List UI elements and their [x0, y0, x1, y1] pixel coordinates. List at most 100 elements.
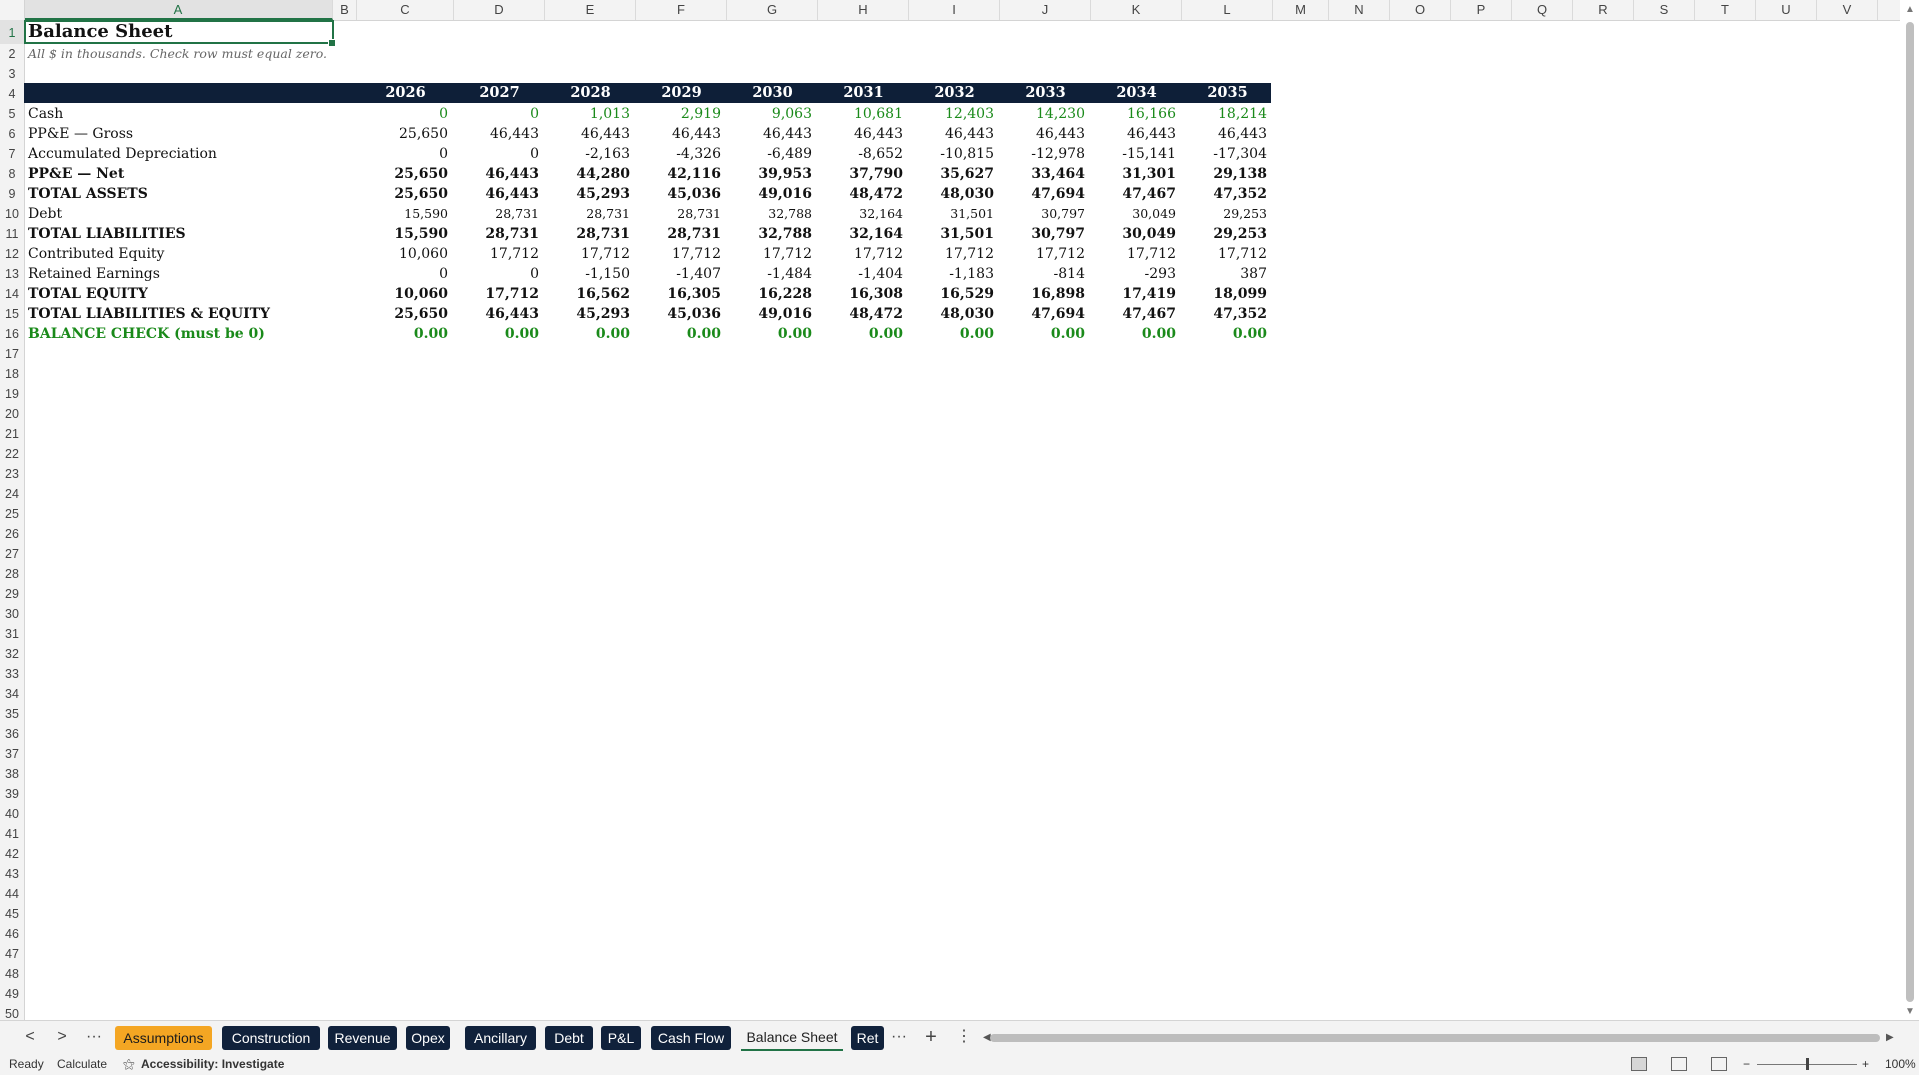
value-cell[interactable]: -17,304 [1182, 144, 1267, 164]
sheet-tab[interactable]: Debt [545, 1026, 593, 1050]
value-cell[interactable]: 49,016 [727, 184, 812, 204]
value-cell[interactable]: 17,712 [1091, 244, 1176, 264]
row-header[interactable]: 17 [0, 344, 24, 364]
value-cell[interactable]: 16,228 [727, 284, 812, 304]
value-cell[interactable]: 46,443 [1182, 124, 1267, 144]
value-cell[interactable]: 39,953 [727, 164, 812, 184]
value-cell[interactable]: 387 [1182, 264, 1267, 284]
value-cell[interactable]: 28,731 [545, 224, 630, 244]
row-header[interactable]: 43 [0, 864, 24, 884]
column-header[interactable]: E [545, 0, 636, 20]
sheet-tab[interactable]: Revenue [328, 1026, 397, 1050]
value-cell[interactable]: -1,484 [727, 264, 812, 284]
value-cell[interactable]: 17,712 [454, 244, 539, 264]
value-cell[interactable]: -10,815 [909, 144, 994, 164]
value-cell[interactable]: 17,712 [636, 244, 721, 264]
value-cell[interactable]: 16,308 [818, 284, 903, 304]
year-header[interactable]: 2033 [1000, 83, 1091, 103]
vertical-scroll-thumb[interactable] [1906, 22, 1914, 1002]
value-cell[interactable]: 32,788 [727, 224, 812, 244]
year-header[interactable]: 2032 [909, 83, 1000, 103]
value-cell[interactable]: 16,305 [636, 284, 721, 304]
value-cell[interactable]: -1,150 [545, 264, 630, 284]
value-cell[interactable]: 12,403 [909, 104, 994, 124]
value-cell[interactable]: -12,978 [1000, 144, 1085, 164]
value-cell[interactable]: -4,326 [636, 144, 721, 164]
value-cell[interactable]: 48,030 [909, 304, 994, 324]
zoom-out-button[interactable]: − [1743, 1057, 1750, 1072]
value-cell[interactable]: 0.00 [636, 324, 721, 344]
sheet-tab[interactable]: Cash Flow [651, 1026, 731, 1050]
value-cell[interactable]: 45,293 [545, 304, 630, 324]
row-header[interactable]: 19 [0, 384, 24, 404]
scroll-down-icon[interactable]: ▼ [1905, 1006, 1915, 1017]
value-cell[interactable]: 28,731 [454, 224, 539, 244]
value-cell[interactable]: 49,016 [727, 304, 812, 324]
value-cell[interactable]: 0.00 [727, 324, 812, 344]
row-header[interactable]: 35 [0, 704, 24, 724]
row-header[interactable]: 33 [0, 664, 24, 684]
row-header[interactable]: 40 [0, 804, 24, 824]
year-header[interactable]: 2030 [727, 83, 818, 103]
column-header[interactable]: V [1817, 0, 1878, 20]
value-cell[interactable]: 48,472 [818, 304, 903, 324]
value-cell[interactable]: 0.00 [818, 324, 903, 344]
column-header[interactable]: K [1091, 0, 1182, 20]
value-cell[interactable]: 14,230 [1000, 104, 1085, 124]
value-cell[interactable]: -15,141 [1091, 144, 1176, 164]
value-cell[interactable]: 15,590 [357, 204, 448, 224]
scroll-up-icon[interactable]: ▲ [1905, 4, 1915, 15]
value-cell[interactable]: -814 [1000, 264, 1085, 284]
value-cell[interactable]: 47,467 [1091, 184, 1176, 204]
row-label[interactable]: Contributed Equity [28, 244, 164, 264]
row-header[interactable]: 39 [0, 784, 24, 804]
row-header[interactable]: 31 [0, 624, 24, 644]
value-cell[interactable]: 17,712 [1182, 244, 1267, 264]
year-header[interactable]: 2034 [1091, 83, 1182, 103]
row-header[interactable]: 1 [0, 20, 24, 44]
value-cell[interactable]: 17,712 [727, 244, 812, 264]
row-header[interactable]: 9 [0, 184, 24, 204]
value-cell[interactable]: 0 [357, 264, 448, 284]
row-header[interactable]: 28 [0, 564, 24, 584]
hscroll-right-icon[interactable]: ▶ [1886, 1032, 1894, 1043]
value-cell[interactable]: 30,049 [1091, 224, 1176, 244]
page-break-view-icon[interactable] [1711, 1057, 1727, 1071]
value-cell[interactable]: 25,650 [357, 304, 448, 324]
year-header[interactable]: 2029 [636, 83, 727, 103]
worksheet-grid[interactable]: Balance Sheet All $ in thousands. Check … [24, 20, 1900, 1020]
row-header[interactable]: 16 [0, 324, 24, 344]
normal-view-icon[interactable] [1631, 1057, 1647, 1071]
column-header[interactable]: G [727, 0, 818, 20]
value-cell[interactable]: 46,443 [1000, 124, 1085, 144]
value-cell[interactable]: 37,790 [818, 164, 903, 184]
row-header[interactable]: 13 [0, 264, 24, 284]
value-cell[interactable]: 32,788 [727, 204, 812, 224]
row-header[interactable]: 23 [0, 464, 24, 484]
row-label[interactable]: TOTAL LIABILITIES [28, 224, 186, 244]
value-cell[interactable]: 42,116 [636, 164, 721, 184]
row-label[interactable]: Accumulated Depreciation [28, 144, 217, 164]
column-header[interactable]: I [909, 0, 1000, 20]
row-header[interactable]: 22 [0, 444, 24, 464]
value-cell[interactable]: 0.00 [545, 324, 630, 344]
column-header[interactable]: T [1695, 0, 1756, 20]
value-cell[interactable]: 16,166 [1091, 104, 1176, 124]
sheet-tab[interactable]: Assumptions [115, 1026, 212, 1050]
value-cell[interactable]: -293 [1091, 264, 1176, 284]
value-cell[interactable]: 46,443 [727, 124, 812, 144]
value-cell[interactable]: 28,731 [545, 204, 630, 224]
row-header[interactable]: 41 [0, 824, 24, 844]
year-header[interactable]: 2028 [545, 83, 636, 103]
row-header[interactable]: 32 [0, 644, 24, 664]
value-cell[interactable]: 15,590 [357, 224, 448, 244]
value-cell[interactable]: 0 [357, 104, 448, 124]
row-header[interactable]: 29 [0, 584, 24, 604]
value-cell[interactable]: -2,163 [545, 144, 630, 164]
value-cell[interactable]: -6,489 [727, 144, 812, 164]
row-header[interactable]: 11 [0, 224, 24, 244]
column-header[interactable]: U [1756, 0, 1817, 20]
row-header[interactable]: 12 [0, 244, 24, 264]
fill-handle[interactable] [328, 39, 336, 47]
value-cell[interactable]: 30,797 [1000, 224, 1085, 244]
